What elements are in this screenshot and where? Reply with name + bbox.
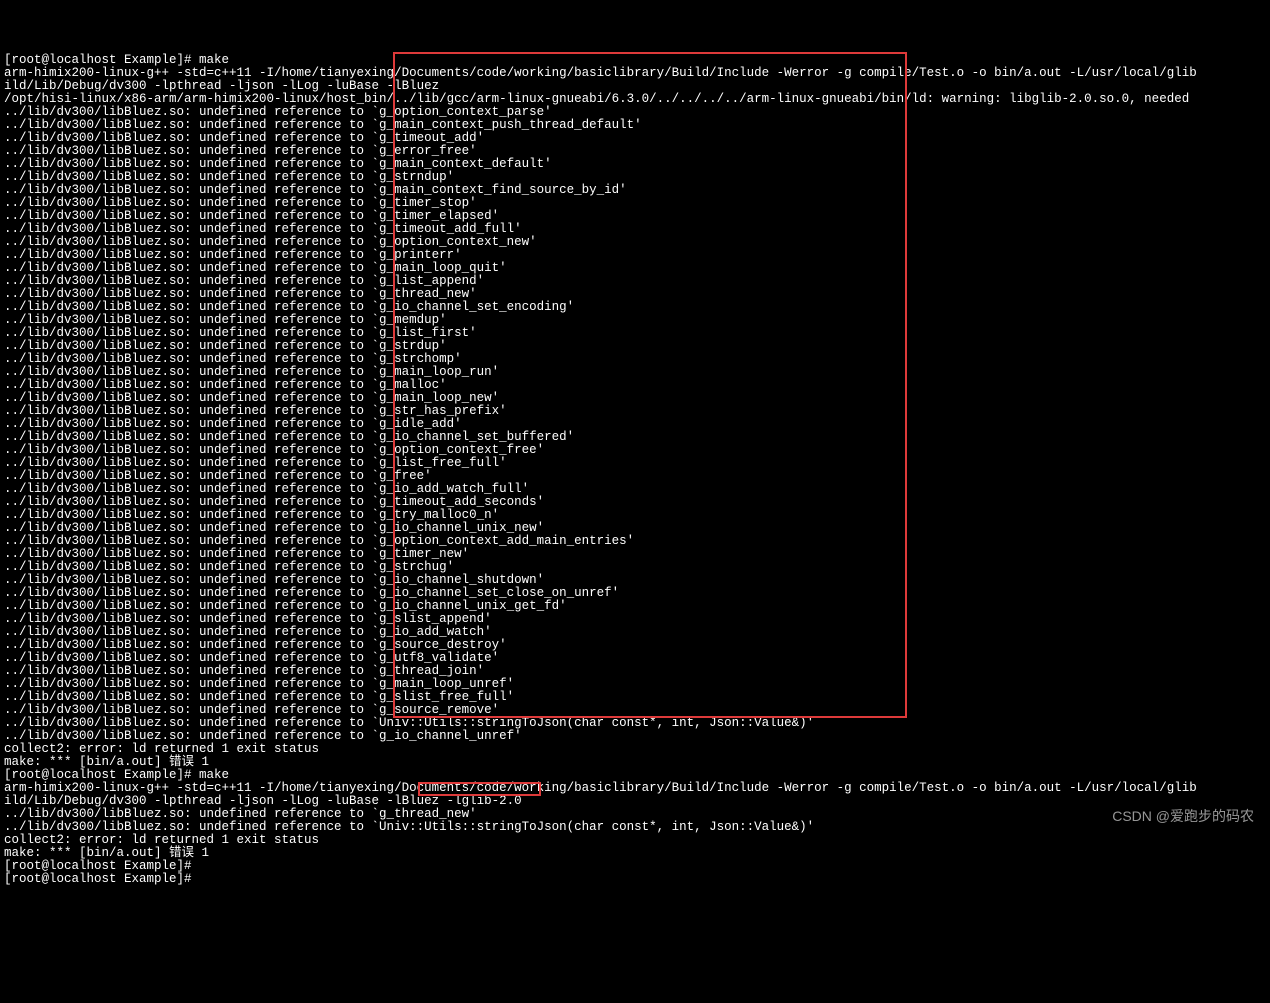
prompt-line: [root@localhost Example]# [4, 873, 1266, 886]
watermark: CSDN @爱跑步的码农 [1112, 810, 1254, 823]
terminal-output[interactable]: [root@localhost Example]# makearm-himix2… [4, 54, 1266, 886]
collect2-error-line: collect2: error: ld returned 1 exit stat… [4, 834, 1266, 847]
prompt-line: [root@localhost Example]# [4, 860, 1266, 873]
make-error-line: make: *** [bin/a.out] 错误 1 [4, 847, 1266, 860]
